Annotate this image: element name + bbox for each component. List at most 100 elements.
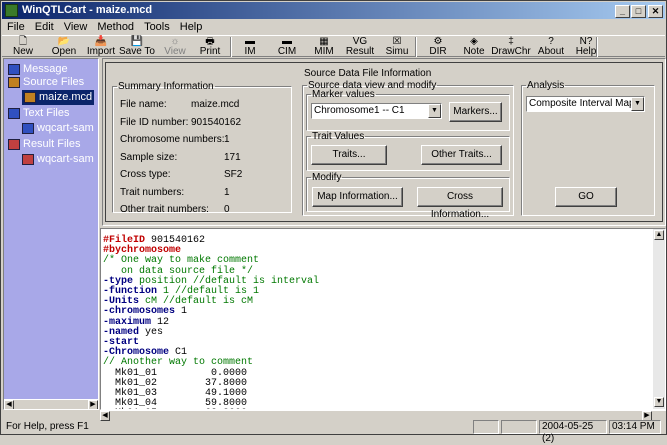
- toolbar-button-label: About: [537, 46, 565, 57]
- tree-item-label: Text Files: [23, 107, 70, 119]
- editor-horizontal-scrollbar[interactable]: ◀ ▶: [100, 410, 666, 421]
- summary-label: Trait numbers:: [120, 186, 185, 198]
- trait-values-legend: Trait Values: [312, 131, 365, 142]
- code-line: -maximum 12: [103, 317, 651, 328]
- tree-item-label: Source Files: [23, 76, 85, 88]
- scroll-left-button[interactable]: ◀: [4, 400, 14, 409]
- panel-header: Source Data File Information: [304, 68, 432, 79]
- summary-value: SF2: [224, 169, 243, 180]
- menu-bar: File Edit View Method Tools Help: [2, 19, 665, 35]
- file-icon: [8, 63, 20, 75]
- modify-legend: Modify: [312, 172, 342, 183]
- status-date: 2004-05-25 (2): [539, 420, 607, 444]
- menu-file[interactable]: File: [2, 19, 30, 35]
- toolbar-button-label: Simu: [385, 46, 409, 57]
- menu-tools[interactable]: Tools: [139, 19, 175, 35]
- file-icon: [8, 138, 20, 150]
- toolbar-note-button[interactable]: ◈ Note: [462, 36, 486, 58]
- app-window: WinQTLCart - maize.mcd _ □ ✕ File Edit Vie…: [0, 0, 667, 444]
- tree-item[interactable]: Text Files: [8, 106, 69, 121]
- title-bar[interactable]: WinQTLCart - maize.mcd _ □ ✕: [2, 2, 665, 19]
- cross-information-button[interactable]: Cross Information...: [417, 187, 503, 220]
- close-button[interactable]: ✕: [648, 5, 663, 18]
- scroll-right-button[interactable]: ▶: [88, 400, 98, 409]
- status-time: 03:14 PM: [609, 420, 661, 434]
- file-icon: [22, 122, 34, 134]
- toolbar-result-button[interactable]: VG Result: [344, 36, 376, 58]
- summary-value: 1: [224, 186, 230, 198]
- scroll-down-button[interactable]: ▼: [654, 397, 664, 407]
- summary-label: Other trait numbers:: [120, 204, 209, 215]
- toolbar-button-label: CIM: [277, 46, 297, 57]
- tree-item-label: Result Files: [23, 138, 81, 150]
- markers-button[interactable]: Markers...: [449, 102, 502, 122]
- code-line: -chromosomes 1: [103, 307, 651, 317]
- toolbar-print-button[interactable]: 🖶 Print: [195, 36, 225, 58]
- menu-help[interactable]: Help: [175, 19, 208, 35]
- go-button[interactable]: GO: [555, 187, 617, 207]
- chevron-down-icon[interactable]: ▼: [428, 104, 441, 118]
- toolbar-button-label: View: [164, 46, 186, 57]
- toolbar-view-button[interactable]: ☼ View: [160, 36, 190, 58]
- map-information-button[interactable]: Map Information...: [312, 187, 403, 207]
- summary-legend: Summary Information: [118, 81, 214, 92]
- summary-value: 1: [224, 134, 230, 145]
- summary-label: Sample size:: [120, 151, 178, 163]
- scroll-up-button[interactable]: ▲: [654, 230, 664, 240]
- chromosome-select[interactable]: Chromosome1 -- C1 ▼: [311, 103, 442, 119]
- maximize-button[interactable]: □: [631, 5, 646, 18]
- toolbar-cim-button[interactable]: ▬ CIM: [274, 36, 300, 58]
- toolbar-open-button[interactable]: 📂 Open: [47, 36, 81, 58]
- tree-item-label: maize.mcd: [39, 91, 93, 103]
- summary-label: Cross type:: [120, 169, 171, 180]
- toolbar-mim-button[interactable]: ▦ MIM: [310, 36, 338, 58]
- toolbar-button-label: Print: [199, 46, 221, 57]
- file-icon: [22, 153, 34, 165]
- source-info-panel: Source Data File Information Summary Inf…: [102, 58, 666, 226]
- analysis-method-select[interactable]: Composite Interval Mapping ▼: [526, 96, 645, 112]
- other-traits-button[interactable]: Other Traits...: [421, 145, 502, 165]
- tree-item[interactable]: maize.mcd: [22, 90, 95, 105]
- toolbar-button-label: New: [12, 46, 33, 57]
- chevron-down-icon[interactable]: ▼: [631, 97, 644, 111]
- toolbar-button-label: Save To: [119, 46, 155, 57]
- tree-horizontal-scrollbar[interactable]: ◀ ▶: [4, 399, 98, 409]
- toolbar-simu-button[interactable]: ☒ Simu: [382, 36, 412, 58]
- toolbar-button-label: IM: [244, 46, 256, 57]
- toolbar-dir-button[interactable]: ⚙ DIR: [427, 36, 449, 58]
- toolbar-import-button[interactable]: 📥 Import: [86, 36, 116, 58]
- toolbar-button-label: Open: [51, 46, 77, 57]
- toolbar-about-button[interactable]: ? About: [536, 36, 566, 58]
- code-content[interactable]: #FileID 901540162 #bychromosome/* One way…: [103, 235, 651, 409]
- tree-item-label: Message: [23, 63, 68, 75]
- source-info-frame: Source Data File Information Summary Inf…: [105, 62, 663, 222]
- analysis-legend: Analysis: [527, 80, 565, 91]
- analysis-method-value: Composite Interval Mapping: [529, 98, 645, 109]
- toolbar-save-to-button[interactable]: 💾 Save To: [117, 36, 157, 58]
- editor-vertical-scrollbar[interactable]: ▲ ▼: [653, 229, 665, 409]
- file-tree[interactable]: Message Source Files maize.mcd Text Files wq…: [3, 58, 99, 410]
- tree-item-label: wqcart-sam: [37, 122, 94, 134]
- tree-item[interactable]: Source Files: [8, 75, 84, 90]
- code-token: 1: [175, 306, 188, 318]
- menu-method[interactable]: Method: [92, 19, 139, 35]
- toolbar-im-button[interactable]: ▬ IM: [239, 36, 261, 58]
- toolbar-separator: [230, 37, 232, 57]
- tree-item[interactable]: wqcart-sam: [22, 121, 94, 136]
- tree-item[interactable]: wqcart-sam: [22, 152, 94, 167]
- summary-value: 0: [224, 204, 230, 215]
- source-text-editor[interactable]: #FileID 901540162 #bychromosome/* One way…: [100, 228, 666, 410]
- minimize-button[interactable]: _: [615, 5, 630, 18]
- tree-item[interactable]: Result Files: [8, 137, 80, 152]
- toolbar-separator: [596, 37, 598, 57]
- code-line: -named yes: [103, 326, 651, 338]
- toolbar-button-label: DrawChr: [491, 46, 531, 57]
- menu-view[interactable]: View: [59, 19, 93, 35]
- traits-button[interactable]: Traits...: [311, 145, 387, 165]
- status-pane-1: [473, 420, 499, 434]
- toolbar-new-button[interactable]: 🗋 New: [6, 36, 40, 58]
- chromosome-select-value: Chromosome1 -- C1: [314, 105, 405, 116]
- code-token: yes: [139, 326, 164, 338]
- menu-edit[interactable]: Edit: [30, 19, 59, 35]
- toolbar-drawchr-button[interactable]: ‡ DrawChr: [491, 36, 531, 58]
